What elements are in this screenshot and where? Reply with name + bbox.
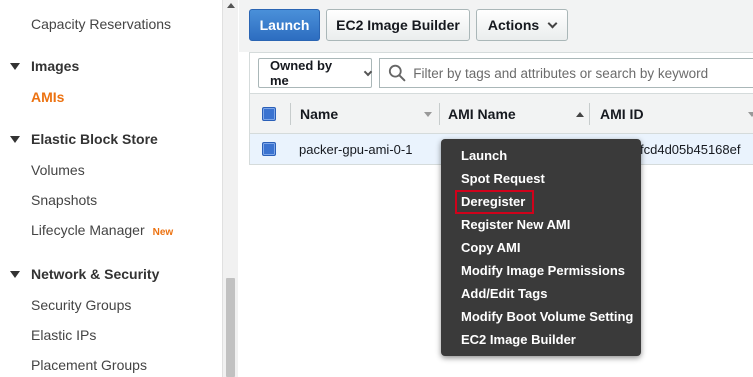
column-header-label: AMI Name — [448, 106, 516, 122]
menu-item-register-new-ami[interactable]: Register New AMI — [461, 217, 570, 232]
menu-item-copy-ami[interactable]: Copy AMI — [461, 240, 520, 255]
row-ami-id-cell: fcd4d05b45168ef — [640, 141, 741, 157]
highlight-box — [455, 190, 534, 214]
sidebar-section-images[interactable]: Images — [10, 58, 79, 74]
column-divider — [589, 103, 590, 125]
sidebar-item-elastic-ips[interactable]: Elastic IPs — [31, 327, 96, 343]
column-divider — [439, 103, 440, 125]
menu-item-ec2-image-builder[interactable]: EC2 Image Builder — [461, 332, 576, 347]
sidebar-item-placement-groups[interactable]: Placement Groups — [31, 357, 147, 373]
actions-button[interactable]: Actions — [476, 9, 568, 41]
row-name-cell: packer-gpu-ami-0-1 — [299, 141, 413, 157]
menu-item-spot-request[interactable]: Spot Request — [461, 171, 545, 186]
toolbar: Launch EC2 Image Builder Actions — [239, 0, 753, 52]
sidebar-section-network-security[interactable]: Network & Security — [10, 266, 159, 282]
owned-by-select[interactable]: Owned by me — [258, 58, 373, 88]
sidebar-item-capacity-reservations[interactable]: Capacity Reservations — [31, 16, 171, 32]
sidebar-item-lifecycle-manager[interactable]: Lifecycle Manager New — [31, 222, 173, 238]
search-icon — [388, 64, 406, 82]
new-badge: New — [152, 227, 174, 238]
search-input[interactable] — [413, 65, 753, 81]
caret-down-icon — [10, 270, 20, 278]
sidebar: Capacity Reservations Images AMIs Elasti… — [0, 0, 238, 377]
ec2-image-builder-button[interactable]: EC2 Image Builder — [326, 9, 470, 41]
sidebar-item-amis[interactable]: AMIs — [31, 89, 64, 105]
column-header-ami-id[interactable]: AMI ID — [600, 94, 753, 134]
scrollbar-thumb[interactable] — [226, 278, 235, 377]
menu-item-launch[interactable]: Launch — [461, 148, 507, 163]
search-box[interactable] — [379, 58, 753, 88]
sidebar-section-label: Network & Security — [31, 266, 160, 282]
menu-item-add-edit-tags[interactable]: Add/Edit Tags — [461, 286, 547, 301]
caret-down-icon — [10, 135, 20, 143]
sidebar-item-volumes[interactable]: Volumes — [31, 162, 85, 178]
sidebar-section-elastic-block-store[interactable]: Elastic Block Store — [10, 131, 158, 147]
sidebar-scrollbar[interactable] — [222, 0, 238, 377]
menu-item-modify-image-permissions[interactable]: Modify Image Permissions — [461, 263, 625, 278]
launch-button[interactable]: Launch — [249, 9, 320, 41]
sort-down-icon[interactable] — [748, 111, 753, 117]
sidebar-item-label: Lifecycle Manager — [31, 222, 145, 238]
row-checkbox[interactable] — [262, 142, 276, 156]
sort-up-icon[interactable] — [576, 111, 584, 117]
sidebar-item-snapshots[interactable]: Snapshots — [31, 192, 97, 208]
sort-down-icon[interactable] — [424, 111, 432, 117]
chevron-down-icon — [547, 18, 558, 28]
sidebar-section-label: Images — [31, 58, 80, 74]
column-divider — [290, 103, 291, 125]
select-all-checkbox[interactable] — [262, 107, 276, 121]
sidebar-item-security-groups[interactable]: Security Groups — [31, 297, 131, 313]
column-header-name[interactable]: Name — [300, 94, 440, 134]
scroll-up-arrow-icon[interactable] — [227, 3, 235, 8]
context-menu: Launch Spot Request Deregister Register … — [441, 139, 641, 356]
owned-by-value: Owned by me — [270, 58, 333, 88]
actions-label: Actions — [487, 17, 540, 33]
column-header-label: Name — [300, 106, 339, 122]
sidebar-section-label: Elastic Block Store — [31, 131, 158, 147]
table-header: Name AMI Name AMI ID — [249, 94, 753, 134]
chevron-down-icon — [363, 67, 373, 76]
caret-down-icon — [10, 62, 20, 70]
column-header-label: AMI ID — [600, 106, 644, 122]
column-header-ami-name[interactable]: AMI Name — [448, 94, 588, 134]
menu-item-modify-boot-volume-setting[interactable]: Modify Boot Volume Setting — [461, 309, 633, 324]
filter-bar: Owned by me — [249, 52, 753, 94]
